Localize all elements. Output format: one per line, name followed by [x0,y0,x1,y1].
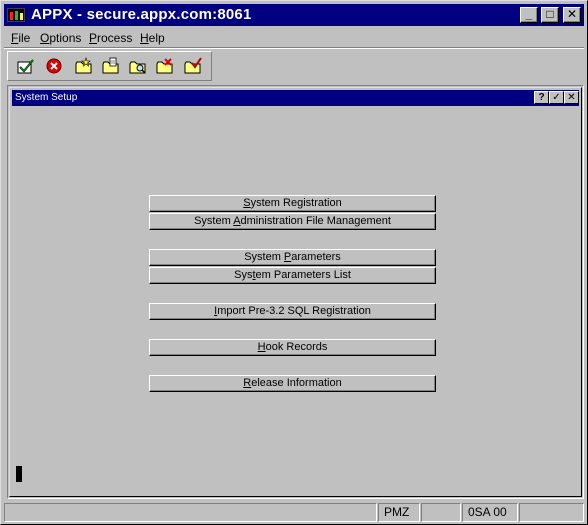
status-application: 0SA 00 [462,503,518,522]
folder-delete-icon[interactable] [155,57,175,75]
status-user: PMZ [378,503,420,522]
import-sql-registration-button[interactable]: Import Pre-3.2 SQL Registration [149,303,436,320]
system-parameters-button[interactable]: System Parameters [149,249,436,266]
toolbar-divider [4,47,584,49]
toolbar [7,51,212,81]
menu-help[interactable]: Help [140,31,165,45]
cancel-icon[interactable] [44,57,64,75]
minimize-button[interactable]: _ [520,7,538,23]
menu-file[interactable]: File [11,31,30,45]
status-extra [519,503,584,522]
text-cursor [16,466,22,482]
folder-check-icon[interactable] [183,57,203,75]
window-title: APPX - secure.appx.com:8061 [31,6,252,23]
system-registration-button[interactable]: System Registration [149,195,436,212]
maximize-button[interactable]: □ [541,7,559,23]
status-bar: PMZ 0SA 00 [4,503,584,522]
title-bar[interactable]: APPX - secure.appx.com:8061 _ □ ✕ [4,4,584,26]
status-blank [421,503,461,522]
menu-bar: File Options Process Help [4,28,584,47]
release-information-button[interactable]: Release Information [149,375,436,392]
child-close-button[interactable]: ✕ [564,91,579,104]
app-window: APPX - secure.appx.com:8061 _ □ ✕ File O… [0,0,588,525]
workspace: System Setup ? ✓ ✕ System Registration S… [7,85,584,499]
system-admin-file-mgmt-button[interactable]: System Administration File Management [149,213,436,230]
folder-search-icon[interactable] [128,57,148,75]
close-button[interactable]: ✕ [563,7,581,23]
hook-records-button[interactable]: Hook Records [149,339,436,356]
child-title-bar[interactable]: System Setup ? ✓ ✕ [12,90,579,106]
child-window-title: System Setup [15,92,78,103]
ok-button[interactable]: ✓ [549,91,564,104]
system-setup-window: System Setup ? ✓ ✕ System Registration S… [9,87,582,497]
status-message [4,503,377,522]
menu-process[interactable]: Process [89,31,132,45]
help-button[interactable]: ? [534,91,549,104]
system-parameters-list-button[interactable]: System Parameters List [149,267,436,284]
appx-logo-icon[interactable] [7,8,25,22]
folder-star-icon[interactable] [74,57,94,75]
ok-check-icon[interactable] [16,57,36,75]
folder-edit-icon[interactable] [101,57,121,75]
menu-options[interactable]: Options [40,31,81,45]
